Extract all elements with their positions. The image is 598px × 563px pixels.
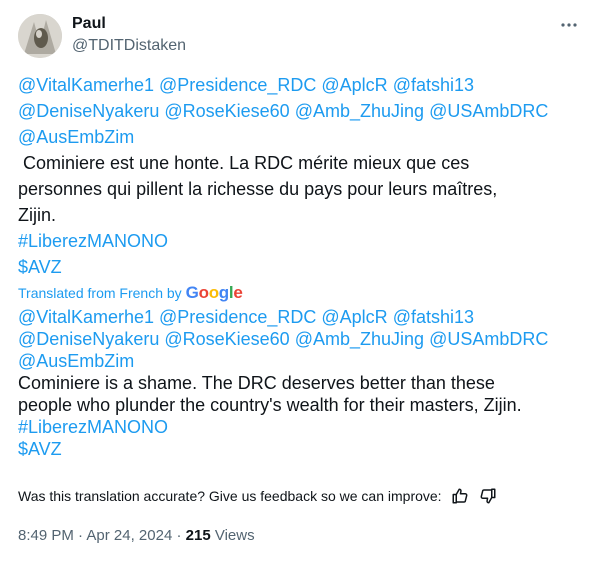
mentions-line: @AusEmbZim <box>18 350 584 372</box>
tweet-card: Paul @TDITDistaken @VitalKamerhe1 @Presi… <box>0 0 598 563</box>
tweet-text-line: personnes qui pillent la richesse du pay… <box>18 179 498 199</box>
feedback-prompt: Was this translation accurate? Give us f… <box>18 488 442 504</box>
mention-link[interactable]: @VitalKamerhe1 <box>18 75 154 95</box>
google-logo: Google <box>185 283 243 302</box>
mention-link[interactable]: @DeniseNyakeru <box>18 101 159 121</box>
mention-link[interactable]: @Presidence_RDC <box>159 75 316 95</box>
thumbs-up-glyph <box>452 488 468 504</box>
avatar[interactable] <box>18 14 62 58</box>
cashtag-link[interactable]: $AVZ <box>18 439 62 459</box>
mention-link[interactable]: @AplcR <box>321 307 387 327</box>
mention-link[interactable]: @fatshi13 <box>393 307 474 327</box>
avatar-image <box>18 14 62 58</box>
tweet-original-text: @VitalKamerhe1 @Presidence_RDC @AplcR @f… <box>18 72 584 280</box>
mention-link[interactable]: @AusEmbZim <box>18 127 134 147</box>
translated-text-line: Cominiere is a shame. The DRC deserves b… <box>18 373 495 393</box>
hashtag-link[interactable]: #LiberezMANONO <box>18 417 168 437</box>
translation-feedback: Was this translation accurate? Give us f… <box>18 486 498 506</box>
thumbs-down-icon[interactable] <box>478 486 498 506</box>
views-label: Views <box>210 527 255 544</box>
mention-link[interactable]: @fatshi13 <box>393 75 474 95</box>
mention-link[interactable]: @VitalKamerhe1 <box>18 307 154 327</box>
mentions-line: @AusEmbZim <box>18 124 584 150</box>
author-handle[interactable]: @TDITDistaken <box>72 36 186 56</box>
mention-link[interactable]: @USAmbDRC <box>429 101 548 121</box>
mention-link[interactable]: @DeniseNyakeru <box>18 329 159 349</box>
more-icon-glyph <box>561 23 577 27</box>
mention-link[interactable]: @RoseKiese60 <box>164 329 289 349</box>
author-name[interactable]: Paul <box>72 14 106 34</box>
translated-text-line: people who plunder the country's wealth … <box>18 395 522 415</box>
cashtag-link[interactable]: $AVZ <box>18 257 62 277</box>
mention-link[interactable]: @Amb_ZhuJing <box>295 101 424 121</box>
mentions-line: @VitalKamerhe1 @Presidence_RDC @AplcR @f… <box>18 306 584 328</box>
translation-attribution[interactable]: Translated from French by Google <box>18 283 243 302</box>
tweet-time[interactable]: 8:49 PM <box>18 527 74 544</box>
mention-link[interactable]: @Amb_ZhuJing <box>295 329 424 349</box>
more-icon[interactable] <box>558 14 580 36</box>
tweet-text-line: Zijin. <box>18 205 57 225</box>
tweet-meta: 8:49 PM · Apr 24, 2024 · 215 Views <box>18 526 255 546</box>
thumbs-down-glyph <box>480 488 496 504</box>
mentions-line: @DeniseNyakeru @RoseKiese60 @Amb_ZhuJing… <box>18 98 584 124</box>
views-count: 215 <box>185 527 211 544</box>
thumbs-up-icon[interactable] <box>450 486 470 506</box>
translation-label: Translated from French by <box>18 285 182 301</box>
mention-link[interactable]: @Presidence_RDC <box>159 307 316 327</box>
hashtag-link[interactable]: #LiberezMANONO <box>18 231 168 251</box>
tweet-translated-text: @VitalKamerhe1 @Presidence_RDC @AplcR @f… <box>18 306 584 460</box>
tweet-date[interactable]: Apr 24, 2024 <box>86 527 172 544</box>
mention-link[interactable]: @USAmbDRC <box>429 329 548 349</box>
meta-separator: · <box>73 527 87 544</box>
meta-separator: · <box>172 527 186 544</box>
mention-link[interactable]: @RoseKiese60 <box>164 101 289 121</box>
tweet-text-line: Cominiere est une honte. La RDC mérite m… <box>18 153 470 173</box>
mention-link[interactable]: @AusEmbZim <box>18 351 134 371</box>
mention-link[interactable]: @AplcR <box>321 75 387 95</box>
mentions-line: @DeniseNyakeru @RoseKiese60 @Amb_ZhuJing… <box>18 328 584 350</box>
mentions-line: @VitalKamerhe1 @Presidence_RDC @AplcR @f… <box>18 72 584 98</box>
